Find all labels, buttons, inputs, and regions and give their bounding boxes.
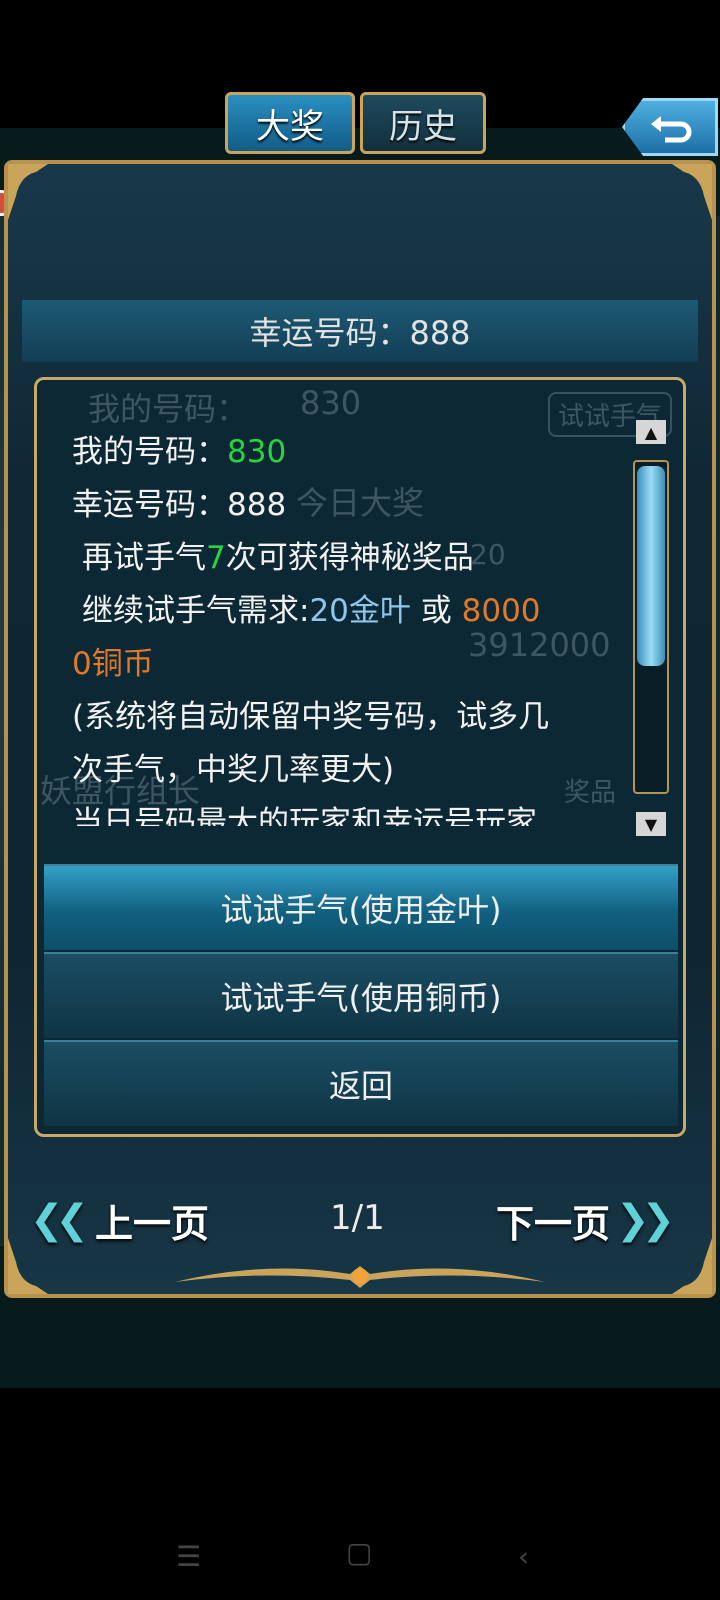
lucky-number-value: 888 [227, 487, 287, 523]
home-icon[interactable]: ▢ [346, 1536, 372, 1569]
cost-line: 继续试手气需求:20金叶 或 8000 [72, 585, 620, 638]
back-icon[interactable]: ‹ [518, 1540, 529, 1573]
cost-prefix: 继续试手气需求: [82, 593, 310, 629]
return-arrow-icon [651, 116, 692, 143]
scrollbar-thumb[interactable] [637, 466, 665, 666]
panel-title: 幸运号码：888 [22, 300, 698, 362]
lucky-number-label: 幸运号码： [72, 487, 227, 523]
retry-count: 7 [206, 540, 226, 576]
retry-line: 再试手气7次可获得神秘奖品 [72, 532, 620, 585]
page-indicator: 1/1 [330, 1198, 385, 1238]
menu-icon[interactable]: ☰ [176, 1540, 201, 1573]
tab-grand-prize[interactable]: 大奖 [225, 92, 355, 154]
cost-copper-part1: 8000 [461, 593, 541, 629]
next-page-label: 下一页 [496, 1201, 611, 1246]
cut-off-line: 当日号码最大的玩家和幸运号玩家 [72, 805, 537, 826]
double-left-chevron-icon: ❮❮ [30, 1197, 89, 1243]
note-line-2: 次手气，中奖几率更大) [72, 752, 395, 788]
corner-ornament-icon [8, 164, 48, 220]
ghost-my-number-value: 830 [300, 384, 362, 422]
lucky-number-line: 幸运号码：888 [72, 479, 620, 532]
corner-ornament-icon [672, 1238, 712, 1294]
scroll-down-arrow-icon[interactable]: ▼ [636, 812, 666, 836]
cost-or: 或 [410, 593, 462, 629]
next-page-button[interactable]: 下一页 ❯❯ [496, 1192, 675, 1248]
tab-history[interactable]: 历史 [360, 92, 486, 154]
ghost-my-number-label: 我的号码： [88, 390, 249, 428]
cost-gold: 20金叶 [309, 593, 411, 629]
try-luck-copper-button[interactable]: 试试手气(使用铜币) [44, 952, 678, 1038]
note-line-1: (系统将自动保留中奖号码，试多几 [72, 699, 550, 735]
double-right-chevron-icon: ❯❯ [616, 1197, 675, 1243]
bottom-ornament-icon [175, 1266, 545, 1288]
cost-copper-part2: 0铜币 [72, 646, 154, 682]
prev-page-label: 上一页 [95, 1201, 210, 1246]
my-number-line: 我的号码：830 [72, 426, 620, 479]
info-text-area: 我的号码：830 幸运号码：888 再试手气7次可获得神秘奖品 继续试手气需求:… [72, 426, 620, 826]
corner-ornament-icon [672, 164, 712, 220]
retry-suffix: 次可获得神秘奖品 [225, 540, 474, 576]
cost-copper-line: 0铜币 [72, 638, 620, 691]
try-luck-gold-button[interactable]: 试试手气(使用金叶) [44, 864, 678, 950]
retry-prefix: 再试手气 [82, 540, 206, 576]
prev-page-button[interactable]: ❮❮ 上一页 [30, 1192, 209, 1248]
my-number-label: 我的号码： [72, 434, 227, 470]
scroll-up-arrow-icon[interactable]: ▲ [636, 420, 666, 444]
my-number-value: 830 [227, 434, 287, 470]
return-option-button[interactable]: 返回 [44, 1040, 678, 1126]
